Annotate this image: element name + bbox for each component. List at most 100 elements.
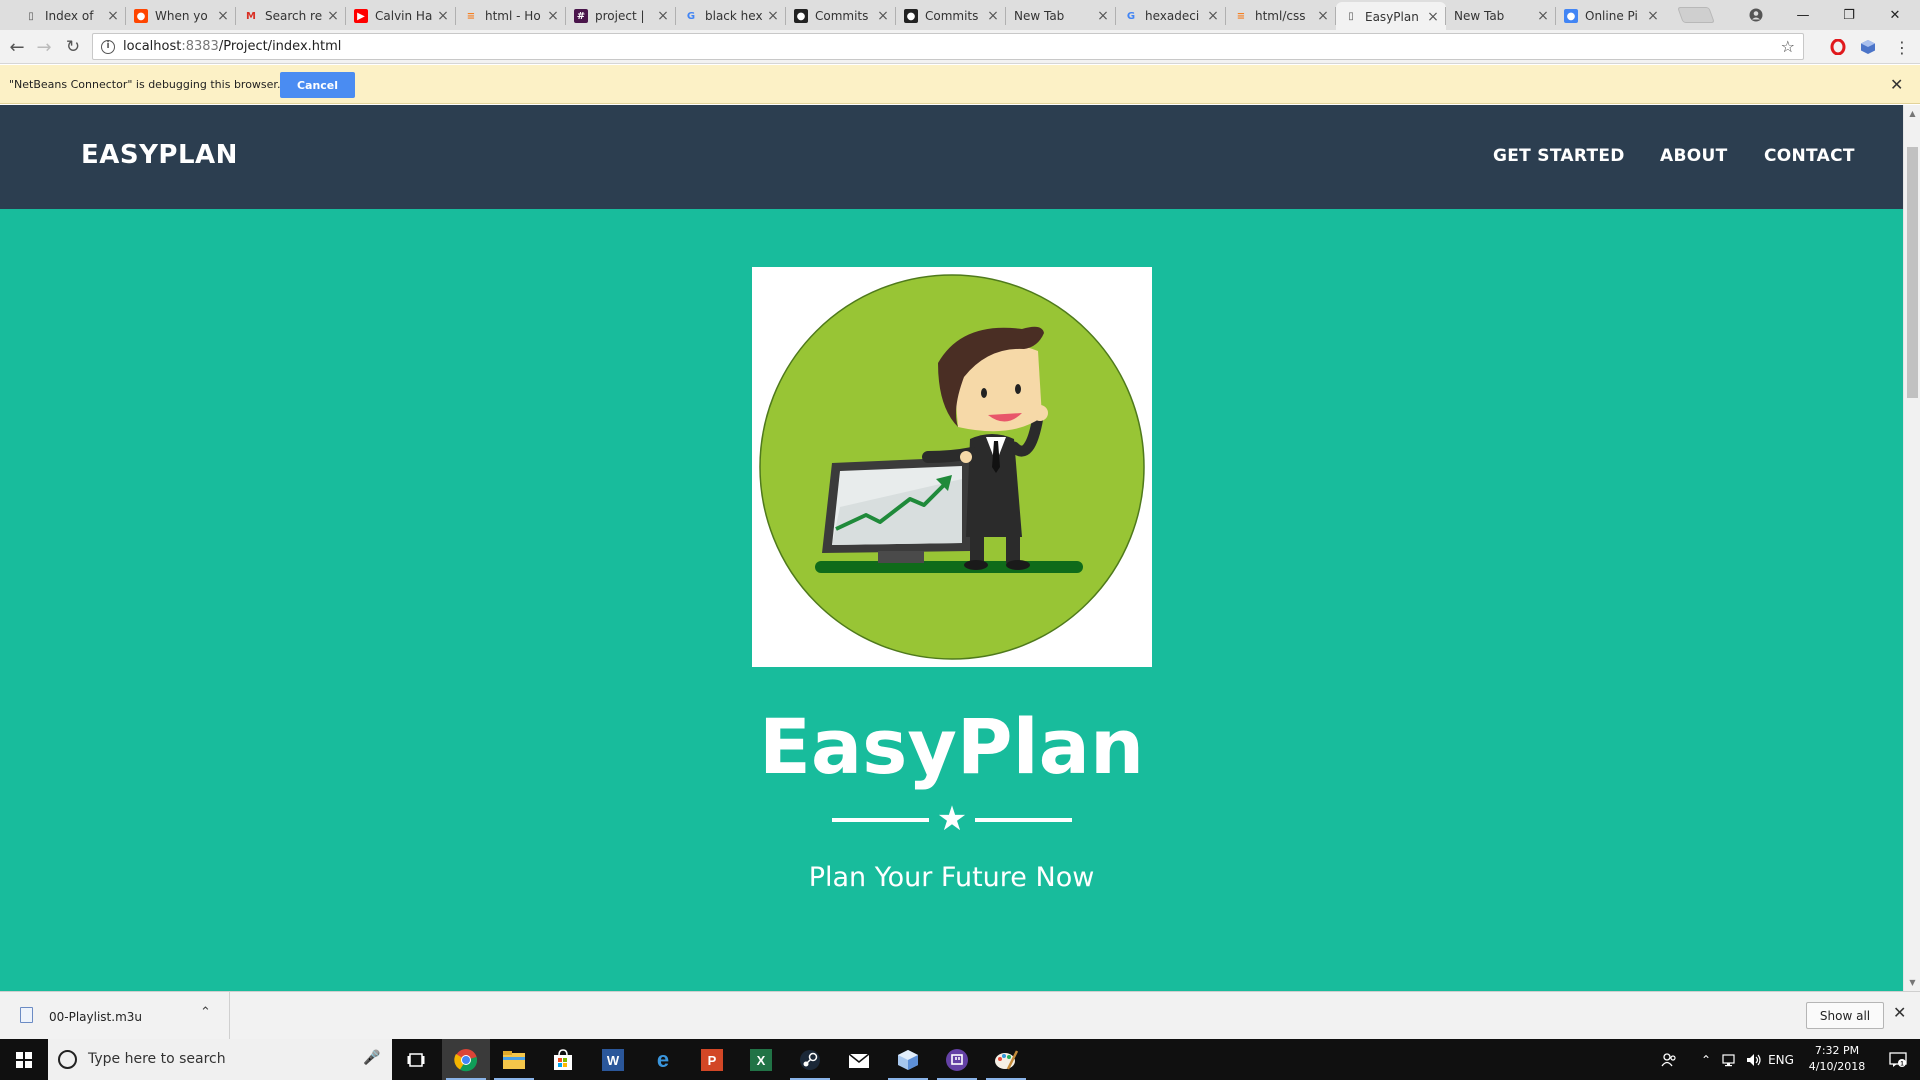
address-bar[interactable]: i localhost:8383/Project/index.html ☆ xyxy=(92,33,1804,60)
close-tab-icon[interactable]: × xyxy=(656,8,670,24)
tab-6[interactable]: Gblack hex × xyxy=(676,2,786,30)
profile-icon[interactable] xyxy=(1733,0,1779,30)
tab-1[interactable]: ● When yo × xyxy=(126,2,236,30)
close-tab-icon[interactable]: × xyxy=(216,8,230,24)
show-all-button[interactable]: Show all xyxy=(1806,1002,1884,1029)
cube-extension-icon[interactable] xyxy=(1859,38,1877,56)
people-icon[interactable] xyxy=(1657,1039,1681,1080)
tab-separator xyxy=(565,7,566,25)
site-brand[interactable]: EASYPLAN xyxy=(81,140,238,170)
nav-get-started[interactable]: GET STARTED xyxy=(1493,146,1625,166)
nav-contact[interactable]: CONTACT xyxy=(1764,146,1855,166)
tab-8[interactable]: ● Commits × xyxy=(896,2,1006,30)
browser-toolbar: ← → ↻ i localhost:8383/Project/index.htm… xyxy=(0,30,1920,64)
clock[interactable]: 7:32 PM 4/10/2018 xyxy=(1793,1043,1881,1075)
powerpoint-icon[interactable]: P xyxy=(688,1039,736,1080)
download-filename: 00-Playlist.m3u xyxy=(49,1010,142,1024)
close-tab-icon[interactable]: × xyxy=(876,8,890,24)
bookmark-star-icon[interactable]: ☆ xyxy=(1781,37,1795,56)
tab-separator xyxy=(235,7,236,25)
volume-icon[interactable] xyxy=(1742,1039,1766,1080)
tab-title: New Tab xyxy=(1454,9,1505,23)
paint-icon[interactable] xyxy=(982,1039,1030,1080)
close-tab-icon[interactable]: × xyxy=(1316,8,1330,24)
taskbar-search[interactable]: Type here to search 🎤 xyxy=(48,1039,392,1080)
svg-text:W: W xyxy=(607,1053,620,1068)
close-shelf-icon[interactable]: ✕ xyxy=(1893,1003,1906,1022)
tab-4[interactable]: ≡ html - Ho × xyxy=(456,2,566,30)
tab-2[interactable]: M Search re × xyxy=(236,2,346,30)
close-tab-icon[interactable]: × xyxy=(1096,8,1110,24)
tab-separator xyxy=(455,7,456,25)
tab-13[interactable]: New Tab × xyxy=(1446,2,1556,30)
close-infobar-icon[interactable]: ✕ xyxy=(1890,75,1903,94)
action-center-icon[interactable]: 1 xyxy=(1880,1039,1916,1080)
forward-button[interactable]: → xyxy=(31,35,57,59)
close-tab-icon[interactable]: × xyxy=(1536,8,1550,24)
nav-about[interactable]: ABOUT xyxy=(1660,146,1727,166)
tab-12[interactable]: ▯ EasyPlan × xyxy=(1336,2,1446,31)
tab-10[interactable]: Ghexadeci × xyxy=(1116,2,1226,30)
svg-text:e: e xyxy=(657,1049,669,1071)
chevron-up-icon[interactable]: ⌃ xyxy=(200,1005,211,1020)
svg-text:P: P xyxy=(708,1053,717,1068)
network-icon[interactable] xyxy=(1718,1039,1742,1080)
tab-3[interactable]: ▶ Calvin Ha × xyxy=(346,2,456,30)
steam-icon[interactable] xyxy=(786,1039,834,1080)
tab-0[interactable]: ▯ Index of × xyxy=(16,2,126,30)
clock-date: 4/10/2018 xyxy=(1808,1060,1866,1073)
chrome-taskbar-icon[interactable] xyxy=(442,1039,490,1080)
close-tab-icon[interactable]: × xyxy=(546,8,560,24)
download-item[interactable]: 00-Playlist.m3u ⌃ xyxy=(0,992,230,1039)
page-scrollbar[interactable]: ▲ ▼ xyxy=(1903,105,1920,991)
menu-kebab-icon[interactable]: ⋮ xyxy=(1893,38,1911,57)
close-tab-icon[interactable]: × xyxy=(1426,9,1440,25)
netbeans-icon[interactable] xyxy=(884,1039,932,1080)
file-explorer-icon[interactable] xyxy=(490,1039,538,1080)
new-tab-button[interactable] xyxy=(1677,7,1715,23)
windows-start-icon[interactable] xyxy=(0,1039,48,1080)
tray-expand-icon[interactable]: ⌃ xyxy=(1696,1039,1716,1080)
close-tab-icon[interactable]: × xyxy=(766,8,780,24)
minimize-button[interactable]: — xyxy=(1780,0,1826,30)
tab-title: New Tab xyxy=(1014,9,1065,23)
microphone-icon[interactable]: 🎤 xyxy=(363,1050,380,1066)
scroll-thumb[interactable] xyxy=(1907,147,1918,398)
close-tab-icon[interactable]: × xyxy=(106,8,120,24)
task-view-icon[interactable] xyxy=(392,1039,440,1080)
site-info-icon[interactable]: i xyxy=(101,39,115,54)
close-tab-icon[interactable]: × xyxy=(1206,8,1220,24)
star-divider: ★ xyxy=(832,799,1072,839)
opera-extension-icon[interactable] xyxy=(1829,38,1847,56)
excel-icon[interactable]: X xyxy=(737,1039,785,1080)
tab-7[interactable]: ● Commits × xyxy=(786,2,896,30)
tab-5[interactable]: # project | × xyxy=(566,2,676,30)
close-tab-icon[interactable]: × xyxy=(436,8,450,24)
close-tab-icon[interactable]: × xyxy=(1646,8,1660,24)
scroll-up-icon[interactable]: ▲ xyxy=(1904,105,1920,122)
reload-button[interactable]: ↻ xyxy=(60,35,86,59)
tab-title: html - Ho xyxy=(485,9,541,23)
tab-9[interactable]: New Tab × xyxy=(1006,2,1116,30)
store-icon[interactable] xyxy=(539,1039,587,1080)
mail-icon[interactable] xyxy=(835,1039,883,1080)
tab-title: When yo xyxy=(155,9,208,23)
tab-11[interactable]: ≡ html/css × xyxy=(1226,2,1336,30)
tab-title: Calvin Ha xyxy=(375,9,433,23)
tab-strip: ▯ Index of × ● When yo × M Search re × ▶ Calvin Ha… xyxy=(0,0,1920,31)
svg-text:X: X xyxy=(757,1053,766,1068)
windows-taskbar: Type here to search 🎤 W e P X ⌃ ENG 7:32… xyxy=(0,1039,1920,1080)
back-button[interactable]: ← xyxy=(4,35,30,59)
tab-14[interactable]: ● Online Pi × xyxy=(1556,2,1666,30)
scroll-down-icon[interactable]: ▼ xyxy=(1904,974,1920,991)
close-tab-icon[interactable]: × xyxy=(326,8,340,24)
word-icon[interactable]: W xyxy=(589,1039,637,1080)
tab-title: project | xyxy=(595,9,645,23)
language-indicator[interactable]: ENG xyxy=(1768,1039,1794,1080)
close-tab-icon[interactable]: × xyxy=(986,8,1000,24)
restore-button[interactable]: ❐ xyxy=(1826,0,1872,30)
cancel-debug-button[interactable]: Cancel xyxy=(280,72,355,98)
close-window-button[interactable]: ✕ xyxy=(1872,0,1918,30)
twitch-icon[interactable] xyxy=(933,1039,981,1080)
edge-icon[interactable]: e xyxy=(639,1039,687,1080)
